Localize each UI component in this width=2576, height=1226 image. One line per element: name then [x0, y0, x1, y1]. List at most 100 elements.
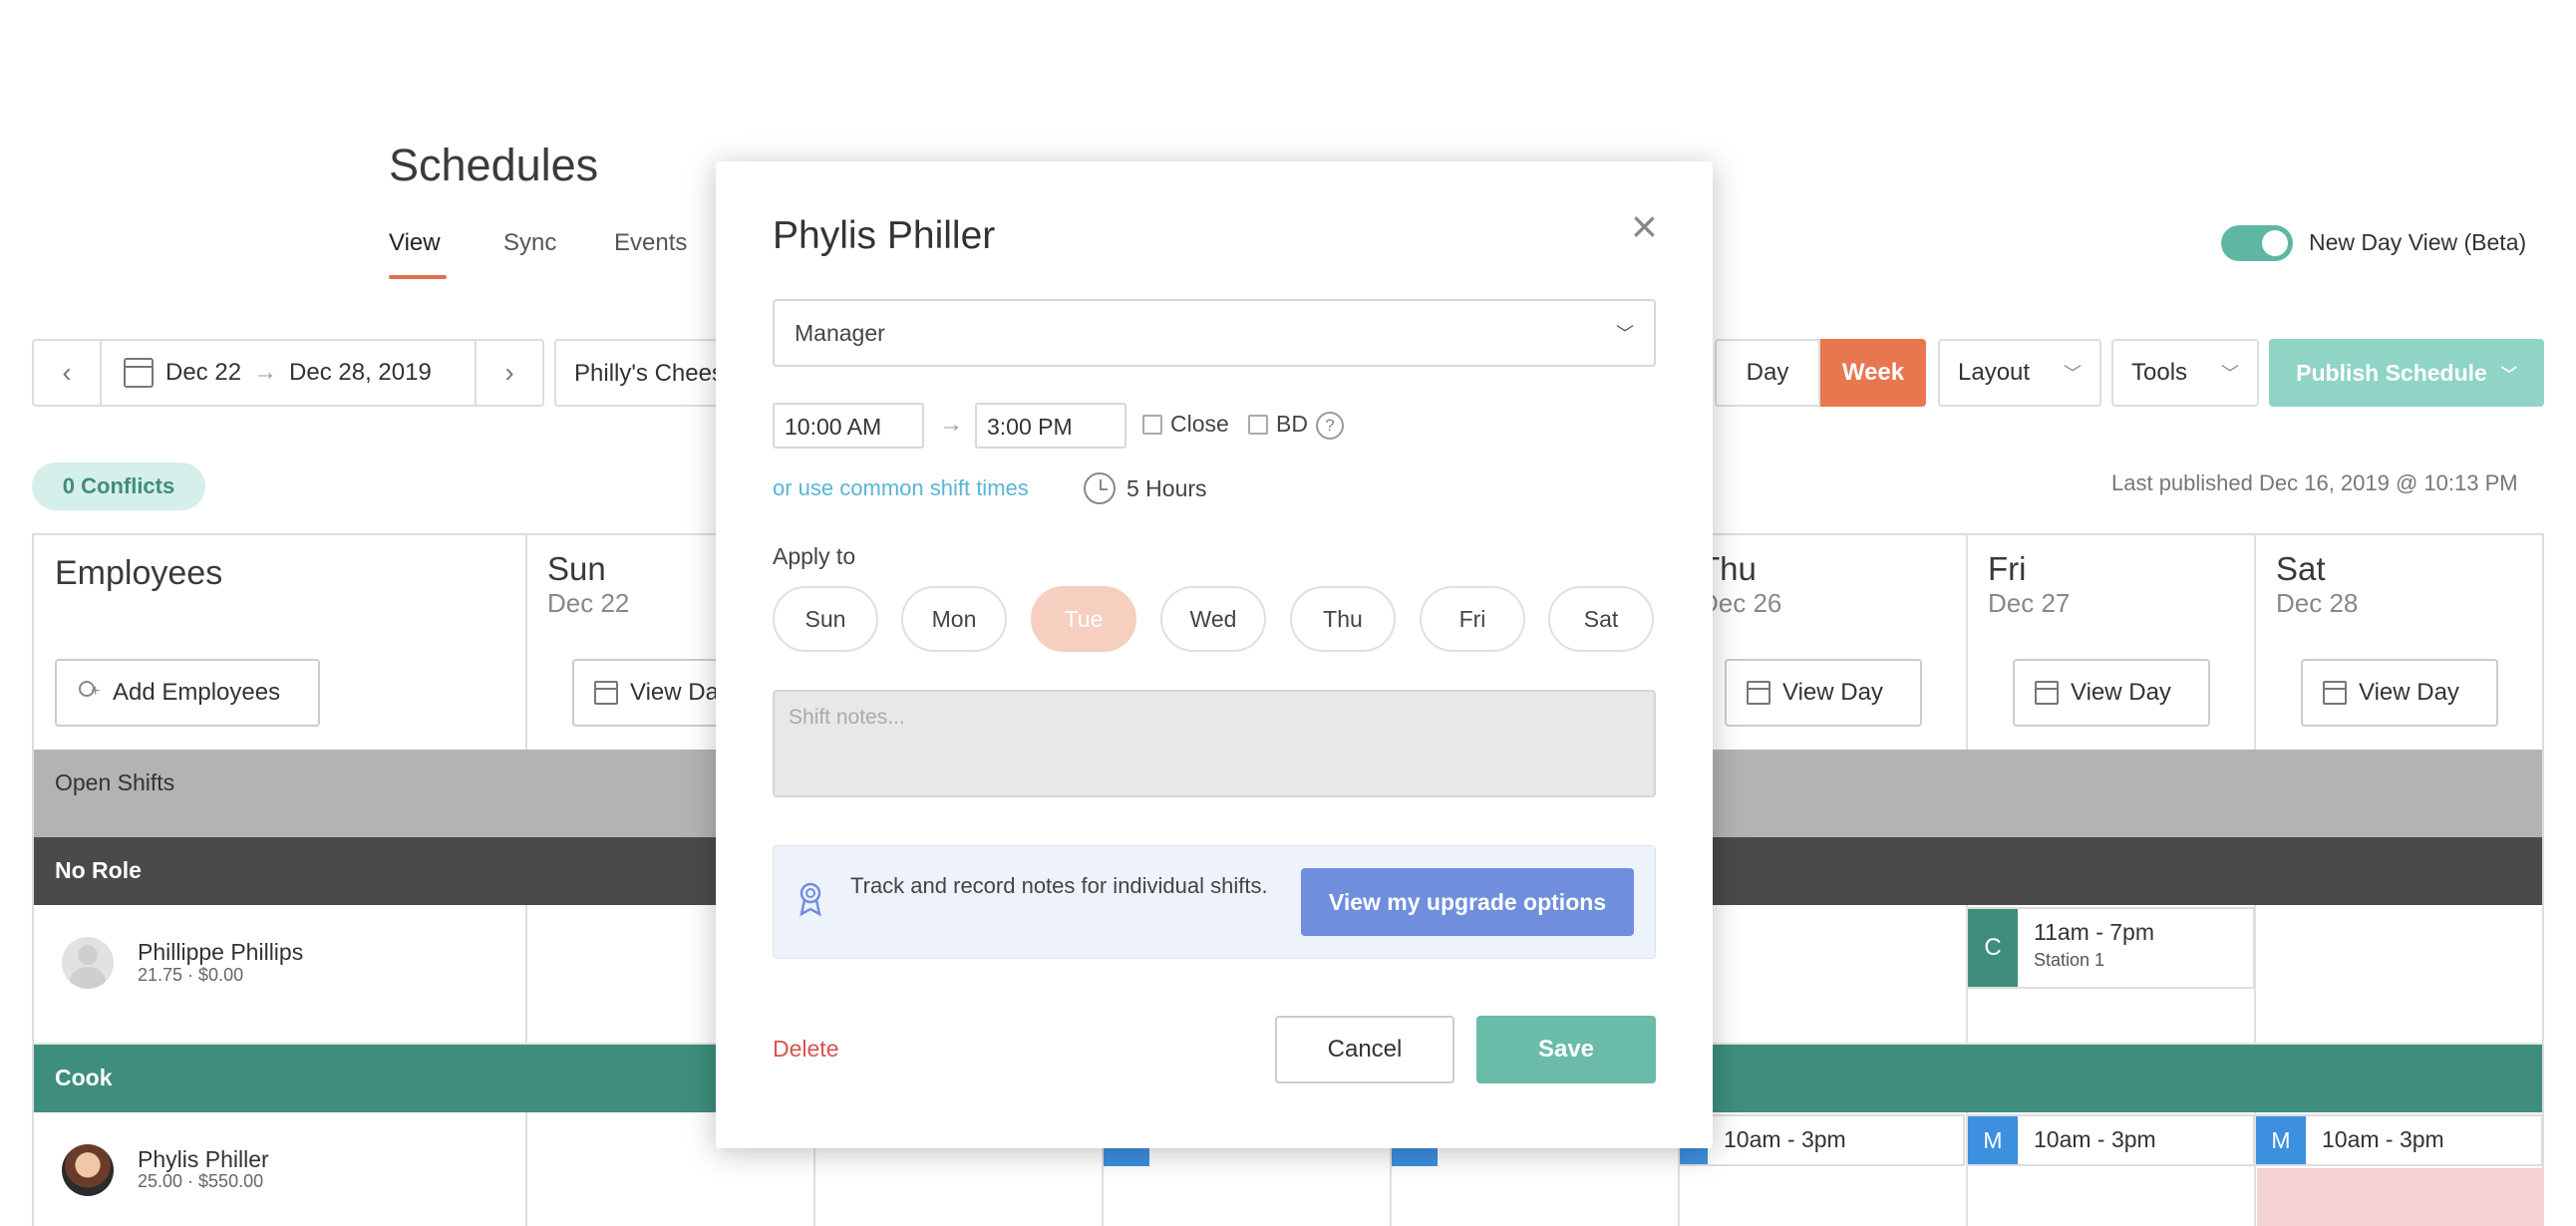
calendar-icon — [594, 681, 618, 705]
shift-role-tag: M — [1968, 1116, 2018, 1164]
chevron-down-icon: ﹀ — [2221, 364, 2239, 384]
calendar-icon — [124, 358, 154, 388]
calendar-icon — [2035, 681, 2059, 705]
unavailable-cell — [2257, 1168, 2544, 1226]
avatar — [62, 1144, 114, 1196]
page-title: Schedules — [389, 140, 599, 190]
chevron-left-icon: ‹ — [62, 357, 72, 388]
date-start: Dec 22 — [165, 359, 242, 386]
publish-label: Publish Schedule — [2296, 359, 2487, 386]
day-date-fri: Dec 27 — [1988, 588, 2071, 618]
bd-label: BD — [1276, 411, 1308, 437]
bd-checkbox[interactable] — [1248, 415, 1268, 435]
publish-schedule-button[interactable]: Publish Schedule ﹀ — [2269, 339, 2544, 407]
delete-shift-link[interactable]: Delete — [773, 1036, 838, 1063]
day-view-button[interactable]: Day — [1715, 339, 1820, 407]
chevron-down-icon: ﹀ — [1616, 324, 1634, 344]
add-employees-button[interactable]: Add Employees — [55, 659, 320, 727]
apply-to-label: Apply to — [773, 543, 856, 569]
save-button[interactable]: Save — [1476, 1016, 1656, 1083]
day-name-fri: Fri — [1988, 550, 2027, 587]
tab-sync[interactable]: Sync — [503, 229, 556, 257]
award-ribbon-icon — [800, 882, 821, 917]
arrow-right-icon: → — [253, 359, 278, 386]
view-day-label: View Day — [2071, 679, 2171, 706]
cook-label: Cook — [55, 1065, 113, 1090]
end-time-input[interactable]: 3:00 PM — [975, 403, 1127, 449]
shift-card[interactable]: 10am - 3pm — [1680, 1114, 1965, 1166]
close-icon[interactable]: × — [1631, 203, 1658, 249]
employee-name[interactable]: Phylis Philler — [138, 1146, 269, 1173]
view-day-label: View Day — [1782, 679, 1883, 706]
shift-time: 10am - 3pm — [2322, 1126, 2444, 1152]
new-day-view-label: New Day View (Beta) — [2309, 229, 2527, 255]
view-day-button[interactable]: View Day — [1725, 659, 1922, 727]
shift-time: 11am - 7pm — [2034, 919, 2155, 945]
role-value: Manager — [795, 319, 885, 346]
arrow-right-icon: → — [939, 411, 963, 438]
date-range-picker[interactable]: Dec 22 → Dec 28, 2019 — [102, 358, 432, 388]
day-date-sun: Dec 22 — [547, 588, 630, 618]
conflicts-badge[interactable]: 0 Conflicts — [32, 462, 205, 510]
help-icon[interactable]: ? — [1316, 412, 1344, 440]
day-name-sat: Sat — [2276, 550, 2326, 587]
apply-day-sun[interactable]: Sun — [773, 586, 878, 652]
apply-day-thu[interactable]: Thu — [1290, 586, 1396, 652]
date-end: Dec 28, 2019 — [289, 359, 432, 386]
shift-card[interactable]: M 10am - 3pm — [1968, 1114, 2255, 1166]
shift-station: Station 1 — [2034, 950, 2105, 970]
apply-day-tue[interactable]: Tue — [1031, 586, 1136, 652]
start-time-input[interactable]: 10:00 AM — [773, 403, 924, 449]
prev-week-button[interactable]: ‹ — [34, 341, 102, 405]
shift-card[interactable]: C 11am - 7pm Station 1 — [1968, 907, 2255, 989]
shift-time: 10am - 3pm — [1724, 1126, 1846, 1152]
cancel-button[interactable]: Cancel — [1275, 1016, 1454, 1083]
add-employees-label: Add Employees — [113, 679, 281, 706]
no-role-label: No Role — [55, 857, 142, 883]
modal-title: Phylis Philler — [773, 214, 996, 257]
apply-day-sat[interactable]: Sat — [1548, 586, 1654, 652]
open-shifts-label: Open Shifts — [55, 769, 175, 795]
tab-view[interactable]: View — [389, 229, 441, 257]
tab-events[interactable]: Events — [614, 229, 687, 257]
chevron-down-icon: ﹀ — [2064, 364, 2082, 384]
view-day-button[interactable]: View Day — [2013, 659, 2210, 727]
close-checkbox[interactable] — [1142, 415, 1162, 435]
employee-name[interactable]: Phillippe Phillips — [138, 939, 303, 966]
shift-card[interactable]: M 10am - 3pm — [2256, 1114, 2543, 1166]
apply-day-mon[interactable]: Mon — [901, 586, 1007, 652]
day-date-sat: Dec 28 — [2276, 588, 2359, 618]
shift-role-tag: C — [1968, 909, 2018, 987]
shift-notes-textarea[interactable]: Shift notes... — [773, 690, 1656, 797]
layout-label: Layout — [1958, 359, 2031, 386]
week-view-button[interactable]: Week — [1820, 339, 1926, 407]
toggle-knob — [2262, 230, 2288, 256]
avatar — [62, 937, 114, 989]
close-label: Close — [1170, 411, 1229, 437]
chevron-down-icon: ﹀ — [2500, 367, 2517, 384]
view-day-button[interactable]: View Day — [2301, 659, 2498, 727]
calendar-icon — [2323, 681, 2347, 705]
shift-hours: 5 Hours — [1127, 475, 1207, 501]
upgrade-text: Track and record notes for individual sh… — [850, 873, 1268, 898]
apply-day-fri[interactable]: Fri — [1420, 586, 1525, 652]
new-day-view-toggle[interactable] — [2221, 225, 2293, 261]
add-person-icon — [77, 681, 101, 705]
tools-dropdown[interactable]: Tools ﹀ — [2111, 339, 2259, 407]
tools-label: Tools — [2131, 359, 2188, 386]
employees-header: Employees — [55, 554, 223, 592]
common-shift-times-link[interactable]: or use common shift times — [773, 475, 1029, 501]
day-name-sun: Sun — [547, 550, 606, 587]
clock-icon — [1084, 472, 1116, 504]
next-week-button[interactable]: › — [475, 341, 542, 405]
active-tab-indicator — [389, 275, 447, 279]
view-upgrade-options-button[interactable]: View my upgrade options — [1301, 868, 1634, 936]
layout-dropdown[interactable]: Layout ﹀ — [1938, 339, 2101, 407]
calendar-icon — [1747, 681, 1771, 705]
shift-role-tag: M — [2256, 1116, 2306, 1164]
role-select[interactable]: Manager ﹀ — [773, 299, 1656, 367]
shift-time: 10am - 3pm — [2034, 1126, 2156, 1152]
apply-day-wed[interactable]: Wed — [1160, 586, 1266, 652]
date-navigator: ‹ Dec 22 → Dec 28, 2019 › — [32, 339, 544, 407]
employee-stats: 25.00 · $550.00 — [138, 1171, 264, 1191]
